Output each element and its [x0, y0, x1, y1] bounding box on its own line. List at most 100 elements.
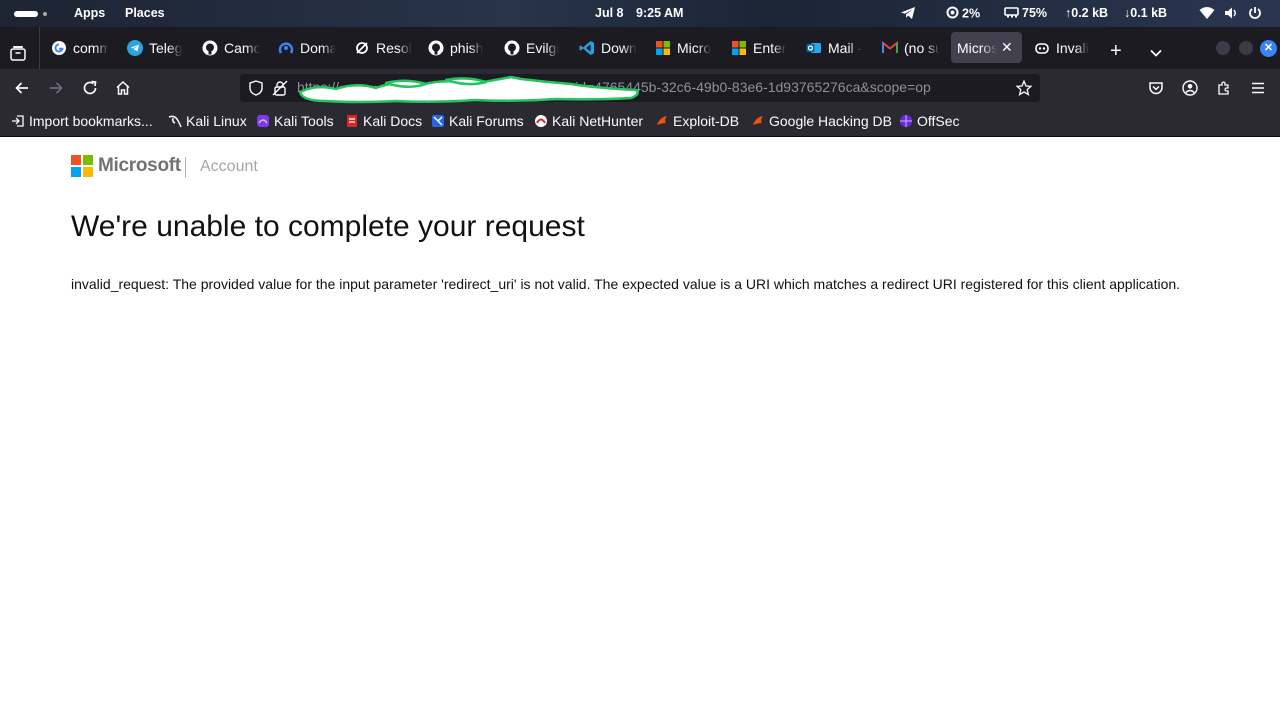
minimize-button[interactable]: [1216, 41, 1230, 55]
error-message: invalid_request: The provided value for …: [71, 276, 1181, 292]
window-close-button[interactable]: ✕: [1260, 40, 1277, 57]
places-menu[interactable]: Places: [125, 6, 165, 20]
wifi-icon[interactable]: [1199, 6, 1215, 23]
telegram-icon: [127, 39, 143, 56]
plus-icon: +: [1110, 40, 1122, 62]
copilot-icon: [1034, 40, 1050, 56]
upload-monitor[interactable]: ↑0.2 kB: [1065, 6, 1108, 20]
home-button[interactable]: [111, 76, 135, 100]
memory-icon: [1004, 6, 1019, 21]
tab-mail[interactable]: Mail -: [806, 32, 864, 63]
upload-value: 0.2 kB: [1071, 6, 1109, 20]
gmail-icon: [882, 40, 898, 56]
app-menu-button[interactable]: [1246, 76, 1270, 100]
github-icon: [202, 40, 218, 56]
pocket-icon: [1149, 82, 1163, 95]
account-icon: [1182, 80, 1198, 96]
bookmark-google-hacking-db[interactable]: Google Hacking DB: [751, 113, 892, 129]
cpu-monitor[interactable]: 2%: [946, 6, 980, 22]
tab-enterprise[interactable]: Enter: [731, 32, 789, 63]
bookmark-import[interactable]: Import bookmarks...: [11, 113, 153, 129]
clock-time[interactable]: 9:25 AM: [636, 6, 683, 20]
github-icon: [504, 40, 520, 56]
workspace-dot[interactable]: [43, 12, 47, 16]
bookmark-star-icon[interactable]: [1015, 79, 1033, 99]
tab-resolve[interactable]: Resol: [354, 32, 412, 63]
header-divider: [185, 157, 186, 178]
account-button[interactable]: [1178, 76, 1202, 100]
tab-domain[interactable]: Doma: [278, 32, 336, 63]
workspace-indicator[interactable]: [14, 11, 38, 17]
bookmarks-toolbar: Import bookmarks... Kali Linux Kali Tool…: [0, 107, 1280, 137]
tab-phish[interactable]: phish: [428, 32, 486, 63]
kali-icon: [168, 114, 182, 128]
lock-icon[interactable]: [272, 80, 288, 99]
close-tab-icon[interactable]: ✕: [1001, 39, 1013, 56]
maximize-button[interactable]: [1239, 41, 1253, 55]
microsoft-icon: [655, 40, 671, 56]
shield-icon[interactable]: [248, 80, 264, 99]
microsoft-logo-icon: [71, 155, 93, 177]
exploitdb-icon: [655, 114, 669, 128]
bookmark-kali-nethunter[interactable]: Kali NetHunter: [534, 113, 643, 129]
memory-monitor[interactable]: 75%: [1004, 6, 1047, 21]
redaction-scribble: [298, 75, 639, 104]
cpu-value: 2%: [962, 6, 981, 21]
tab-telegram[interactable]: Teleg: [127, 32, 185, 63]
tab-comm[interactable]: comm: [51, 32, 109, 63]
back-button[interactable]: [10, 76, 34, 100]
bookmark-kali-docs[interactable]: Kali Docs: [345, 113, 422, 129]
forward-button[interactable]: [44, 76, 68, 100]
tab-microsoft[interactable]: Micro: [655, 32, 713, 63]
domain-icon: [278, 40, 294, 56]
firefox-view-icon: [10, 45, 26, 61]
bookmark-offsec[interactable]: OffSec: [899, 113, 960, 129]
tab-camo[interactable]: Camo: [202, 32, 260, 63]
power-icon[interactable]: [1248, 6, 1262, 23]
extensions-button[interactable]: [1212, 76, 1236, 100]
clock-date[interactable]: Jul 8: [595, 6, 624, 20]
microsoft-brand-name: Microsoft: [98, 155, 181, 176]
github-icon: [428, 40, 444, 56]
outlook-icon: [806, 40, 822, 56]
memory-value: 75%: [1022, 6, 1048, 20]
forward-arrow-icon: [50, 82, 63, 94]
new-tab-button[interactable]: +: [1110, 36, 1122, 67]
browser-tab-strip: comm Teleg Camo Doma Resol phish Evilgi …: [0, 27, 1280, 69]
volume-icon[interactable]: [1224, 6, 1239, 23]
page-title: We're unable to complete your request: [71, 210, 585, 243]
reload-button[interactable]: [78, 76, 102, 100]
reload-icon: [83, 80, 97, 95]
navigation-toolbar: https://••••••••••••••••••••••••••••••••…: [0, 69, 1280, 107]
bookmark-kali-tools[interactable]: Kali Tools: [256, 113, 334, 129]
cpu-icon: [946, 6, 959, 22]
google-icon: [51, 40, 67, 56]
puzzle-icon: [1218, 81, 1229, 95]
telegram-tray-icon[interactable]: [900, 5, 916, 24]
kali-tools-icon: [256, 114, 270, 128]
tab-invalid[interactable]: Invali: [1034, 32, 1092, 63]
kali-docs-icon: [345, 114, 359, 128]
list-all-tabs-button[interactable]: [1149, 37, 1163, 68]
firefox-view-button[interactable]: [9, 37, 27, 68]
pocket-button[interactable]: [1144, 76, 1168, 100]
home-icon: [116, 80, 130, 95]
tab-microsoft-active[interactable]: Micros ✕: [951, 32, 1022, 63]
hamburger-icon: [1252, 82, 1264, 94]
chevron-down-icon: [1150, 49, 1162, 57]
tab-gmail[interactable]: (no su: [882, 32, 940, 63]
download-monitor[interactable]: ↓0.1 kB: [1124, 6, 1167, 20]
web-page-content: Microsoft Account We're unable to comple…: [0, 137, 1280, 719]
tab-divider: [39, 27, 40, 69]
import-icon: [11, 114, 25, 128]
download-value: 0.1 kB: [1130, 6, 1168, 20]
tab-evilginx[interactable]: Evilgi: [504, 32, 562, 63]
bookmark-exploit-db[interactable]: Exploit-DB: [655, 113, 739, 129]
address-bar[interactable]: https://••••••••••••••••••••••••••••••••…: [240, 74, 1040, 104]
system-top-bar: Apps Places Jul 8 9:25 AM 2% 75% ↑0.2 kB…: [0, 0, 1280, 27]
bookmark-kali-linux[interactable]: Kali Linux: [168, 113, 247, 129]
apps-menu[interactable]: Apps: [74, 6, 105, 20]
nethunter-icon: [534, 114, 548, 128]
bookmark-kali-forums[interactable]: Kali Forums: [431, 113, 524, 129]
tab-download[interactable]: Down: [579, 32, 637, 63]
